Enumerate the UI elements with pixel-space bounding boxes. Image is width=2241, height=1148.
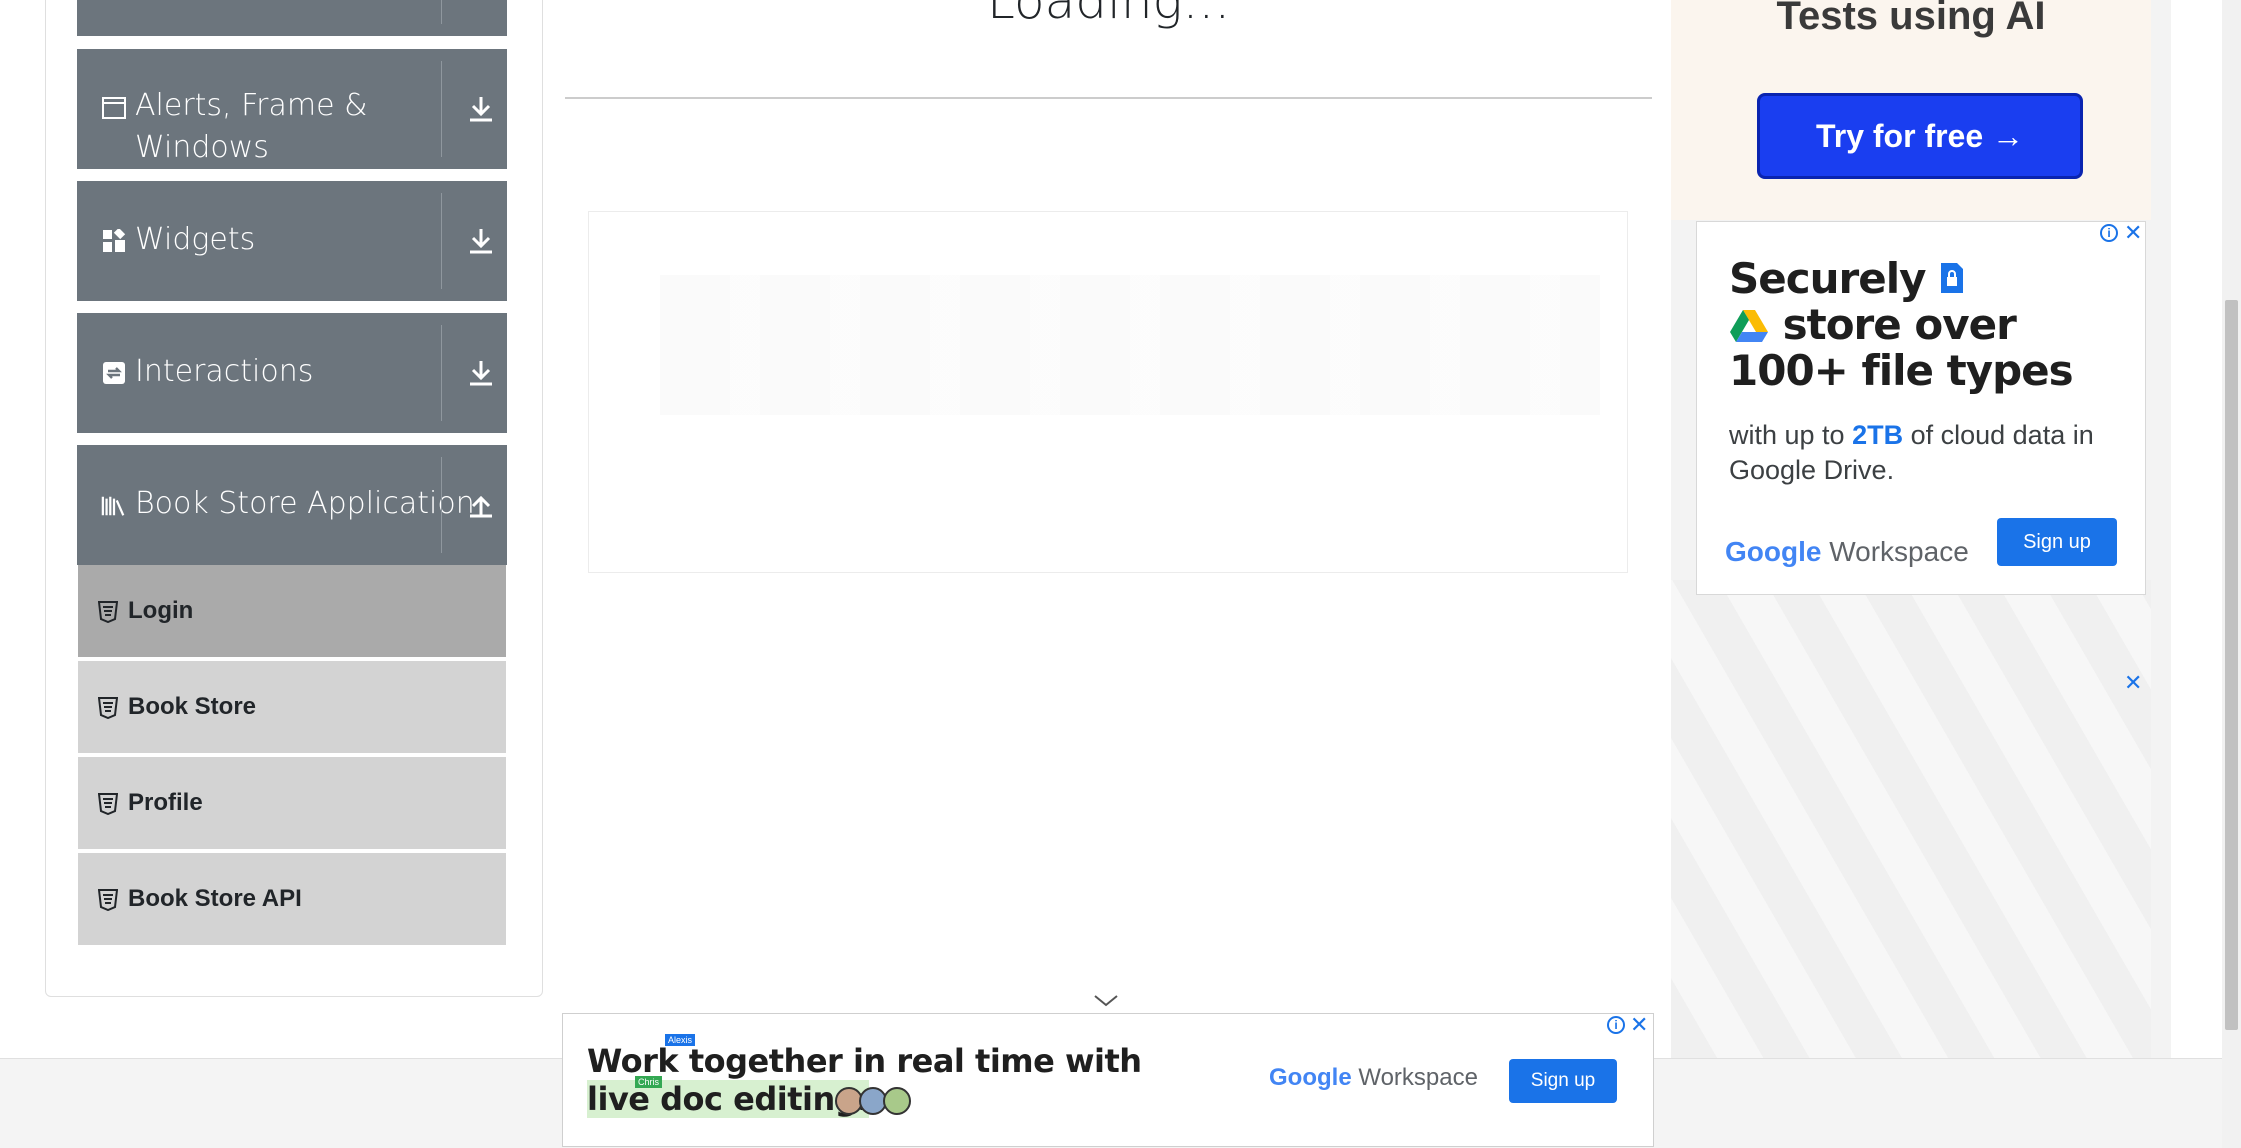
ad-body: with up to 2TB of cloud data in Google D… <box>1729 418 2129 488</box>
sidebar-group-book-store[interactable]: Book Store Application <box>77 445 507 565</box>
ad-close-icon[interactable]: ✕ <box>1630 1012 1648 1038</box>
sign-up-button[interactable]: Sign up <box>1509 1059 1617 1103</box>
browser-window-icon <box>101 95 127 121</box>
loading-text: Loading... <box>987 0 1231 30</box>
sidebar-group-label: Interactions <box>135 354 314 389</box>
ad-headline-line3: 100+ file types <box>1729 346 2074 395</box>
sidebar-item-label: Book Store <box>128 693 257 720</box>
workspace-wordmark: Workspace <box>1829 536 1969 567</box>
group-divider <box>441 61 442 157</box>
google-wordmark: Google <box>1269 1064 1352 1091</box>
divider <box>565 97 1652 99</box>
ad-info-icon[interactable]: i <box>1607 1016 1625 1034</box>
lock-file-icon <box>1941 263 1964 293</box>
ad-body-highlight: 2TB <box>1852 420 1904 450</box>
collaborator-avatars <box>835 1087 911 1115</box>
sign-up-button[interactable]: Sign up <box>1997 518 2117 566</box>
sidebar-group-label: Book Store Application <box>135 486 475 521</box>
google-drive-icon <box>1730 310 1768 342</box>
download-arrow-icon[interactable] <box>465 93 497 125</box>
loading-placeholder <box>660 275 1600 415</box>
sidebar-group-label: Widgets <box>135 222 256 257</box>
ad-background-pattern <box>1671 580 2151 1058</box>
workspace-wordmark: Workspace <box>1358 1064 1478 1091</box>
download-arrow-icon[interactable] <box>465 357 497 389</box>
try-for-free-button[interactable]: Try for free → <box>1757 93 2083 179</box>
interactions-icon <box>101 360 127 386</box>
google-workspace-logo: Google Workspace <box>1725 536 1969 568</box>
ad-headline: Securely store over 100+ file types <box>1729 254 2074 395</box>
banner-line2: live doc editing. <box>587 1080 869 1118</box>
sidebar-group-interactions[interactable]: Interactions <box>77 313 507 433</box>
group-divider <box>441 325 442 421</box>
google-workspace-ad[interactable]: Securely store over 100+ file types with… <box>1696 221 2146 595</box>
ad-info-icon[interactable]: i <box>2100 224 2118 242</box>
ad-close-icon[interactable]: ✕ <box>2124 220 2142 246</box>
upload-arrow-icon[interactable] <box>465 489 497 521</box>
html5-icon <box>98 889 118 911</box>
sidebar-item-label: Login <box>128 597 194 624</box>
sidebar-item-label: Profile <box>128 789 203 816</box>
sidebar-group-previous[interactable] <box>77 0 507 36</box>
sidebar-item-login[interactable]: Login <box>78 565 506 659</box>
html5-icon <box>98 601 118 623</box>
ad-close-icon[interactable]: ✕ <box>2124 670 2142 696</box>
sidebar-item-profile[interactable]: Profile <box>78 757 506 851</box>
bottom-banner-ad[interactable]: Work together in real time with live doc… <box>562 1013 1654 1147</box>
collaborator-tag: Chris <box>635 1076 663 1088</box>
google-workspace-logo: Google Workspace <box>1269 1064 1478 1092</box>
ad-headline-line1: Securely <box>1729 254 1927 303</box>
group-divider <box>441 457 442 553</box>
html5-icon <box>98 793 118 815</box>
html5-icon <box>98 697 118 719</box>
sidebar-item-book-store-api[interactable]: Book Store API <box>78 853 506 947</box>
sidebar-group-label: Alerts, Frame & <box>135 88 368 123</box>
sidebar-group-alerts[interactable]: Alerts, Frame & Windows <box>77 49 507 169</box>
group-divider <box>441 0 442 24</box>
google-wordmark: Google <box>1725 536 1822 567</box>
ad-body-pre: with up to <box>1729 420 1853 450</box>
widgets-icon <box>101 228 127 254</box>
group-divider <box>441 193 442 289</box>
collaborator-tag: Alexis <box>665 1034 696 1046</box>
avatar <box>883 1087 911 1115</box>
scrollbar-thumb[interactable] <box>2225 300 2238 1030</box>
sidebar-group-widgets[interactable]: Widgets <box>77 181 507 301</box>
download-arrow-icon[interactable] <box>465 225 497 257</box>
sidebar-item-label: Book Store API <box>128 885 302 912</box>
sidebar-item-book-store[interactable]: Book Store <box>78 661 506 755</box>
ad-title: Tests using AI <box>1776 0 2046 38</box>
library-icon <box>101 493 127 519</box>
ad-headline-line2: store over <box>1782 300 2017 349</box>
chevron-down-icon[interactable] <box>1092 992 1120 1008</box>
banner-line1: Work together in real time with <box>587 1042 1142 1080</box>
sidebar-group-label-line2: Windows <box>135 130 269 165</box>
